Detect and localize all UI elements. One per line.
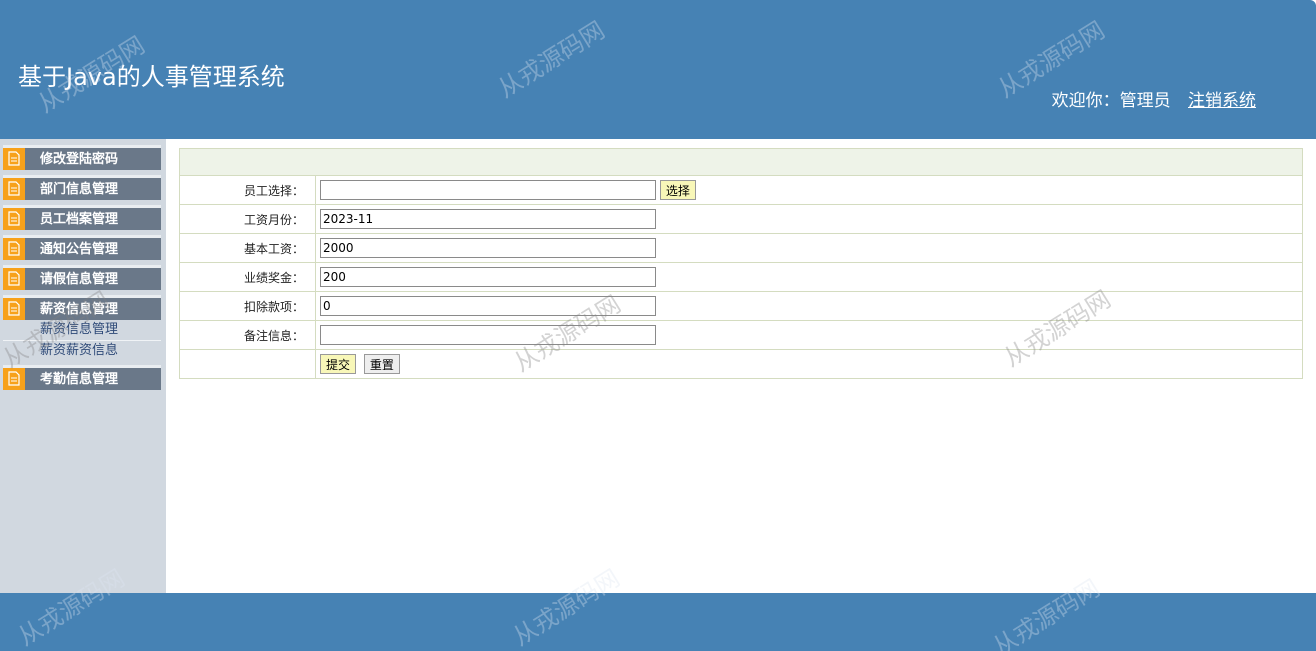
sidebar-item-label: 薪资信息管理 [40,302,119,317]
sidebar-item-label: 修改登陆密码 [40,152,119,167]
page: 基于Java的人事管理系统 欢迎你：管理员 注销系统 从戎源码网 从戎源码网 从… [0,0,1316,651]
document-icon [3,368,25,390]
salary-submenu: 薪资信息管理 薪资薪资信息 [3,320,161,361]
sidebar-item-salary[interactable]: 薪资信息管理 [3,295,161,320]
actions-label-cell [179,349,316,379]
employee-input[interactable] [320,180,656,200]
deduction-label: 扣除款项： [179,291,316,321]
document-icon [3,208,25,230]
welcome-text: 欢迎你：管理员 [1051,91,1171,111]
form-header-row [179,148,1303,176]
footer-bar: 从戎源码网 从戎源码网 从戎源码网 [0,564,1316,651]
sidebar-item-label: 考勤信息管理 [40,372,119,387]
sidebar-item-attendance[interactable]: 考勤信息管理 [3,365,161,390]
form-row-deduction: 扣除款项： [179,291,1303,321]
sidebar-item-label: 部门信息管理 [40,182,119,197]
employee-label: 员工选择： [179,175,316,205]
document-icon [3,238,25,260]
base-salary-label: 基本工资： [179,233,316,263]
header-bar: 基于Java的人事管理系统 欢迎你：管理员 注销系统 从戎源码网 从戎源码网 从… [0,0,1316,139]
sidebar-item-leave[interactable]: 请假信息管理 [3,265,161,290]
app-title: 基于Java的人事管理系统 [18,63,285,91]
salary-form: 员工选择： 选择 工资月份： 基本工资： 业绩奖金： [179,148,1303,379]
main-content: 员工选择： 选择 工资月份： 基本工资： 业绩奖金： [166,139,1316,593]
document-icon [3,178,25,200]
form-row-actions: 提交 重置 [179,349,1303,379]
deduction-input[interactable] [320,296,656,316]
submenu-item-salary-manage[interactable]: 薪资信息管理 [3,320,161,341]
bonus-label: 业绩奖金： [179,262,316,292]
form-row-month: 工资月份： [179,204,1303,234]
submit-button[interactable]: 提交 [320,354,357,374]
note-label: 备注信息： [179,320,316,350]
logout-link[interactable]: 注销系统 [1188,91,1256,111]
bonus-input[interactable] [320,267,656,287]
sidebar-item-change-password[interactable]: 修改登陆密码 [3,145,161,170]
form-row-base-salary: 基本工资： [179,233,1303,263]
document-icon [3,268,25,290]
document-icon [3,148,25,170]
user-info: 欢迎你：管理员 注销系统 [1052,89,1256,113]
sidebar-item-label: 通知公告管理 [40,242,119,257]
sidebar-item-department[interactable]: 部门信息管理 [3,175,161,200]
watermark: 从戎源码网 [493,15,610,104]
note-input[interactable] [320,325,656,345]
sidebar-item-label: 员工档案管理 [40,212,119,227]
reset-button[interactable]: 重置 [363,354,400,374]
form-header-cell [179,148,1303,176]
submenu-item-salary-info[interactable]: 薪资薪资信息 [3,341,161,361]
month-label: 工资月份： [179,204,316,234]
form-row-bonus: 业绩奖金： [179,262,1303,292]
sidebar-item-notices[interactable]: 通知公告管理 [3,235,161,260]
select-employee-button[interactable]: 选择 [659,180,696,200]
form-row-note: 备注信息： [179,320,1303,350]
form-row-employee: 员工选择： 选择 [179,175,1303,205]
month-input[interactable] [320,209,656,229]
sidebar-item-label: 请假信息管理 [40,272,119,287]
sidebar-item-employee-records[interactable]: 员工档案管理 [3,205,161,230]
base-salary-input[interactable] [320,238,656,258]
document-icon [3,298,25,320]
sidebar: 修改登陆密码 部门信息管理 员工档案管理 通知公告管理 请假信息管理 薪资信息管… [0,139,166,593]
